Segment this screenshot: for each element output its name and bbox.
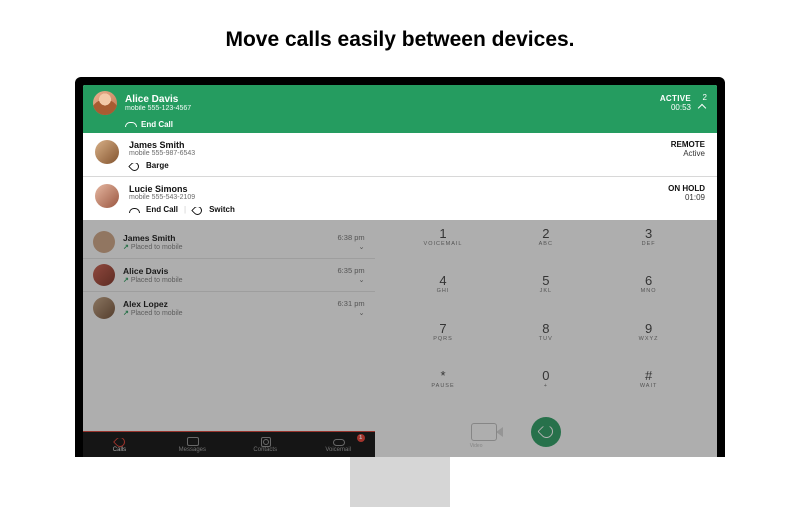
voicemail-badge: 1	[357, 434, 365, 442]
panel-status: REMOTE	[671, 140, 705, 149]
dialpad-key-4[interactable]: 4GHI	[393, 273, 494, 318]
dialpad-key-star[interactable]: *Pause	[393, 368, 494, 413]
background-area: James Smith Placed to mobile 6:38 pm ⌄ A…	[83, 220, 717, 457]
panel-timer: 01:09	[668, 193, 705, 202]
video-call-button[interactable]	[471, 423, 497, 441]
barge-button[interactable]: Barge	[146, 161, 169, 170]
tab-label: Contacts	[253, 447, 277, 453]
tab-voicemail[interactable]: Voicemail 1	[302, 432, 375, 457]
dialpad-key-0[interactable]: 0+	[495, 368, 596, 413]
list-name: James Smith	[123, 233, 183, 243]
dialpad-key-7[interactable]: 7PQRS	[393, 321, 494, 366]
tab-label: Voicemail	[325, 447, 351, 453]
list-sub: Placed to mobile	[123, 276, 183, 284]
active-call-number: mobile 555-123-4567	[125, 105, 191, 112]
message-icon	[187, 437, 198, 446]
list-item[interactable]: James Smith Placed to mobile 6:38 pm ⌄	[83, 226, 375, 258]
list-name: Alice Davis	[123, 266, 183, 276]
call-count: 2	[697, 94, 707, 102]
panel-extra: Active	[671, 149, 705, 158]
list-item[interactable]: Alex Lopez Placed to mobile 6:31 pm ⌄	[83, 291, 375, 324]
end-call-button[interactable]: End Call	[146, 205, 178, 214]
phone-icon	[129, 162, 140, 170]
app-screen: Alice Davis mobile 555-123-4567 ACTIVE 0…	[83, 85, 717, 457]
list-time: 6:31 pm	[338, 299, 365, 308]
active-call-status: ACTIVE	[660, 94, 691, 103]
tab-calls[interactable]: Calls	[83, 432, 156, 457]
chevron-up-icon[interactable]	[697, 102, 707, 112]
list-sub: Placed to mobile	[123, 309, 183, 317]
end-call-icon	[129, 206, 140, 214]
list-time: 6:38 pm	[338, 233, 365, 242]
page-title: Move calls easily between devices.	[0, 28, 800, 52]
dialpad-key-3[interactable]: 3DEF	[598, 226, 699, 271]
avatar	[95, 184, 119, 208]
phone-icon	[192, 206, 203, 214]
end-call-button[interactable]: End Call	[125, 119, 707, 129]
dial-button[interactable]	[531, 417, 561, 447]
list-item[interactable]: Alice Davis Placed to mobile 6:35 pm ⌄	[83, 258, 375, 291]
list-name: Alex Lopez	[123, 299, 183, 309]
chevron-down-icon: ⌄	[338, 275, 365, 284]
avatar	[95, 140, 119, 164]
chevron-down-icon: ⌄	[338, 308, 365, 317]
active-call-name: Alice Davis	[125, 94, 191, 105]
tab-messages[interactable]: Messages	[156, 432, 229, 457]
panel-status: ON HOLD	[668, 184, 705, 193]
panel-name: James Smith	[129, 140, 671, 150]
dialpad-key-hash[interactable]: #Wait	[598, 368, 699, 413]
dialpad: 1VOICEMAIL 2ABC 3DEF 4GHI 5JKL 6MNO 7PQR…	[375, 220, 717, 457]
tab-contacts[interactable]: Contacts	[229, 432, 302, 457]
list-sub: Placed to mobile	[123, 243, 183, 251]
panel-number: mobile 555-987-6543	[129, 150, 671, 157]
separator: |	[184, 205, 186, 214]
call-panel-hold: Lucie Simons mobile 555-543-2109 End Cal…	[83, 177, 717, 221]
avatar	[93, 91, 117, 115]
end-call-label: End Call	[141, 120, 173, 129]
panel-name: Lucie Simons	[129, 184, 668, 194]
bottom-tab-bar: Calls Messages Contacts Voicemail 1	[83, 431, 375, 457]
dialpad-key-1[interactable]: 1VOICEMAIL	[393, 226, 494, 271]
contacts-icon	[260, 437, 271, 446]
active-call-header: Alice Davis mobile 555-123-4567 ACTIVE 0…	[83, 85, 717, 133]
call-panel-remote: James Smith mobile 555-987-6543 Barge RE…	[83, 133, 717, 177]
active-call-timer: 00:53	[660, 103, 691, 112]
avatar	[93, 264, 115, 286]
avatar	[93, 297, 115, 319]
list-time: 6:35 pm	[338, 266, 365, 275]
dialpad-key-9[interactable]: 9WXYZ	[598, 321, 699, 366]
end-call-icon	[125, 119, 137, 129]
dialpad-key-2[interactable]: 2ABC	[495, 226, 596, 271]
avatar	[93, 231, 115, 253]
voicemail-icon	[333, 437, 344, 446]
phone-icon	[114, 437, 125, 446]
video-label: Video	[470, 443, 483, 449]
recent-calls-list: James Smith Placed to mobile 6:38 pm ⌄ A…	[83, 220, 375, 457]
dialpad-key-5[interactable]: 5JKL	[495, 273, 596, 318]
panel-number: mobile 555-543-2109	[129, 194, 668, 201]
dialpad-key-8[interactable]: 8TUV	[495, 321, 596, 366]
dialpad-key-6[interactable]: 6MNO	[598, 273, 699, 318]
chevron-down-icon: ⌄	[338, 242, 365, 251]
monitor-frame: Alice Davis mobile 555-123-4567 ACTIVE 0…	[75, 77, 725, 457]
tab-label: Messages	[179, 447, 206, 453]
switch-button[interactable]: Switch	[209, 205, 235, 214]
